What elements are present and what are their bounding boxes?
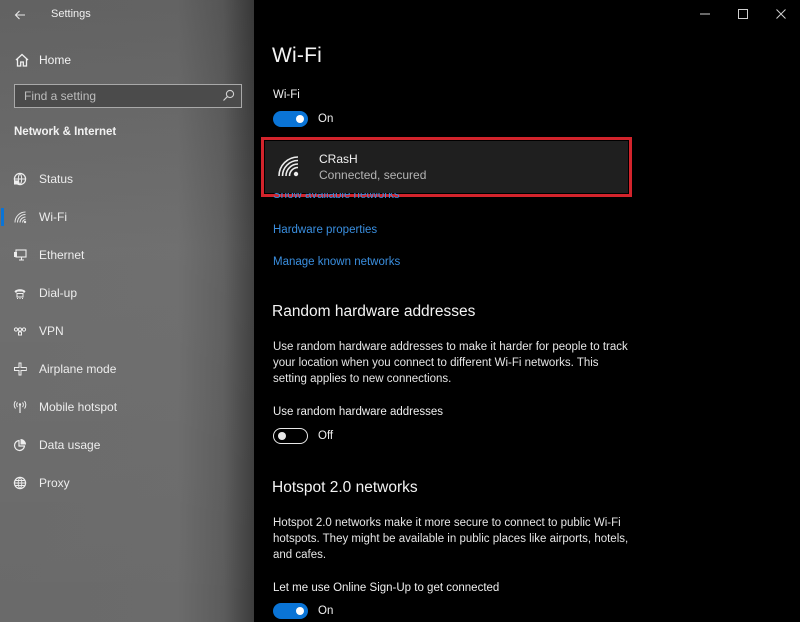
- pie-chart-icon: [13, 438, 27, 452]
- globe-proxy-icon: [13, 476, 27, 490]
- random-hw-toggle-row: Off: [273, 428, 333, 444]
- random-hw-toggle-state: Off: [318, 430, 334, 442]
- network-status: Connected, secured: [319, 168, 427, 182]
- section-label: Network & Internet: [14, 126, 117, 138]
- sidebar-item-wifi[interactable]: Wi-Fi: [0, 198, 254, 236]
- sidebar-item-proxy[interactable]: Proxy: [0, 464, 254, 502]
- minimize-button[interactable]: [686, 0, 724, 28]
- hotspot-toggle-row: On: [273, 603, 333, 619]
- network-name: CRasH: [319, 152, 358, 166]
- online-signup-toggle-state: On: [318, 605, 334, 617]
- sidebar-item-airplane-mode[interactable]: Airplane mode: [0, 350, 254, 388]
- show-available-networks-text: Show available networks: [273, 193, 400, 201]
- toggle-knob: [278, 431, 286, 440]
- wifi-toggle-state: On: [318, 113, 334, 125]
- random-hw-description: Use random hardware addresses to make it…: [273, 341, 628, 385]
- ethernet-monitor-icon: [13, 248, 27, 262]
- close-icon: [776, 9, 786, 19]
- random-hw-toggle-label: Use random hardware addresses: [273, 406, 444, 418]
- title-bar: Settings: [0, 0, 254, 30]
- manage-known-networks-link[interactable]: Manage known networks: [273, 256, 400, 268]
- search-input[interactable]: [24, 89, 214, 103]
- wifi-toggle[interactable]: [273, 111, 308, 127]
- hotspot-description: Hotspot 2.0 networks make it more secure…: [273, 517, 629, 561]
- random-hw-toggle[interactable]: [273, 428, 308, 444]
- maximize-button[interactable]: [724, 0, 762, 28]
- sidebar-item-label: Ethernet: [39, 248, 85, 262]
- wifi-signal-icon: [278, 156, 299, 177]
- maximize-icon: [738, 9, 748, 19]
- minimize-icon: [700, 13, 710, 15]
- hotspot-heading: Hotspot 2.0 networks: [272, 479, 418, 496]
- sidebar-item-ethernet[interactable]: Ethernet: [0, 236, 254, 274]
- sidebar-item-label: Wi-Fi: [39, 210, 67, 224]
- home-label: Home: [39, 53, 72, 67]
- hotspot-toggle-label: Let me use Online Sign-Up to get connect…: [273, 582, 500, 594]
- window-controls: [686, 0, 800, 28]
- app-title: Settings: [51, 8, 91, 20]
- sidebar-item-data-usage[interactable]: Data usage: [0, 426, 254, 464]
- search-icon[interactable]: [222, 89, 235, 102]
- sidebar: Settings Home Network & Internet Status …: [0, 0, 254, 622]
- connected-network-card[interactable]: CRasH Connected, secured: [265, 141, 628, 193]
- sidebar-home[interactable]: Home: [14, 49, 71, 71]
- sidebar-item-status[interactable]: Status: [0, 160, 254, 198]
- home-icon: [15, 53, 29, 67]
- sidebar-item-dial-up[interactable]: Dial-up: [0, 274, 254, 312]
- sidebar-item-label: Data usage: [39, 438, 101, 452]
- sidebar-item-vpn[interactable]: VPN: [0, 312, 254, 350]
- sidebar-item-label: Airplane mode: [39, 362, 117, 376]
- sidebar-item-label: Dial-up: [39, 286, 78, 300]
- network-info: CRasH Connected, secured: [319, 152, 426, 182]
- airplane-icon: [13, 362, 27, 376]
- back-button[interactable]: [10, 5, 30, 25]
- wifi-toggle-label: Wi-Fi: [273, 89, 300, 101]
- main-content: Wi-Fi Wi-Fi On CRasH Connected, secured …: [254, 0, 800, 622]
- sidebar-nav: Status Wi-Fi Ethernet Dial-up VPN Airpla…: [0, 160, 254, 502]
- sidebar-item-label: Mobile hotspot: [39, 400, 118, 414]
- show-available-networks-link[interactable]: Show available networks: [273, 193, 400, 204]
- toggle-knob: [296, 607, 304, 615]
- toggle-knob: [296, 115, 304, 123]
- sidebar-item-label: Status: [39, 172, 74, 186]
- random-hw-heading: Random hardware addresses: [272, 303, 476, 320]
- page-title: Wi-Fi: [272, 44, 322, 67]
- hotspot-antenna-icon: [13, 400, 27, 414]
- hardware-properties-link[interactable]: Hardware properties: [273, 224, 377, 236]
- online-signup-toggle[interactable]: [273, 603, 308, 619]
- wifi-icon: [13, 210, 27, 224]
- back-arrow-icon: [14, 10, 25, 20]
- sidebar-item-label: Proxy: [39, 476, 70, 490]
- search-box[interactable]: [14, 84, 242, 108]
- sidebar-item-mobile-hotspot[interactable]: Mobile hotspot: [0, 388, 254, 426]
- wifi-toggle-row: On: [273, 111, 333, 127]
- globe-status-icon: [13, 172, 27, 186]
- vpn-icon: [13, 324, 27, 338]
- dialup-phone-icon: [13, 286, 27, 300]
- close-button[interactable]: [762, 0, 800, 28]
- sidebar-item-label: VPN: [39, 324, 64, 338]
